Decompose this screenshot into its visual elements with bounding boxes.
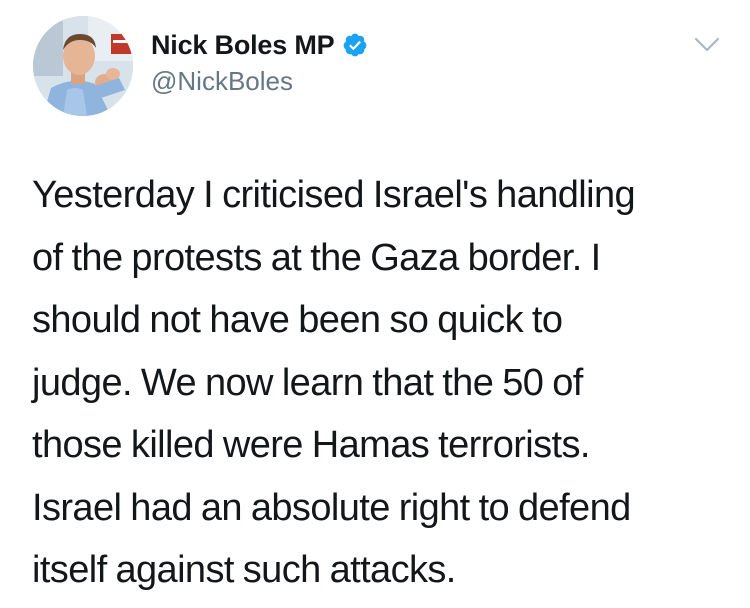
author-display-name[interactable]: Nick Boles MP <box>151 30 335 61</box>
verified-badge-icon <box>342 32 368 58</box>
tweet-text-line: judge. We now learn that the 50 of <box>32 361 583 404</box>
tweet-text-line: Israel had an absolute right to defend <box>32 486 631 529</box>
profile-photo-icon <box>33 16 133 116</box>
tweet-text-line: those killed were Hamas terrorists. <box>32 424 590 466</box>
tweet-card: Nick Boles MP @NickBoles Yesterday I cri… <box>0 0 750 608</box>
tweet-text-line: of the protests at the Gaza border. I <box>32 236 601 279</box>
tweet-text-line: itself against such attacks. <box>32 549 456 591</box>
author-handle[interactable]: @NickBoles <box>151 66 293 97</box>
tweet-text-line: should not have been so quick to <box>32 299 563 341</box>
tweet-text-line: Yesterday I criticised Israel's handling <box>32 174 636 216</box>
author-name-row[interactable]: Nick Boles MP <box>151 28 368 62</box>
avatar[interactable] <box>33 16 133 116</box>
tweet-text: Yesterday I criticised Israel's handling… <box>32 164 722 602</box>
chevron-down-icon[interactable] <box>694 36 720 54</box>
